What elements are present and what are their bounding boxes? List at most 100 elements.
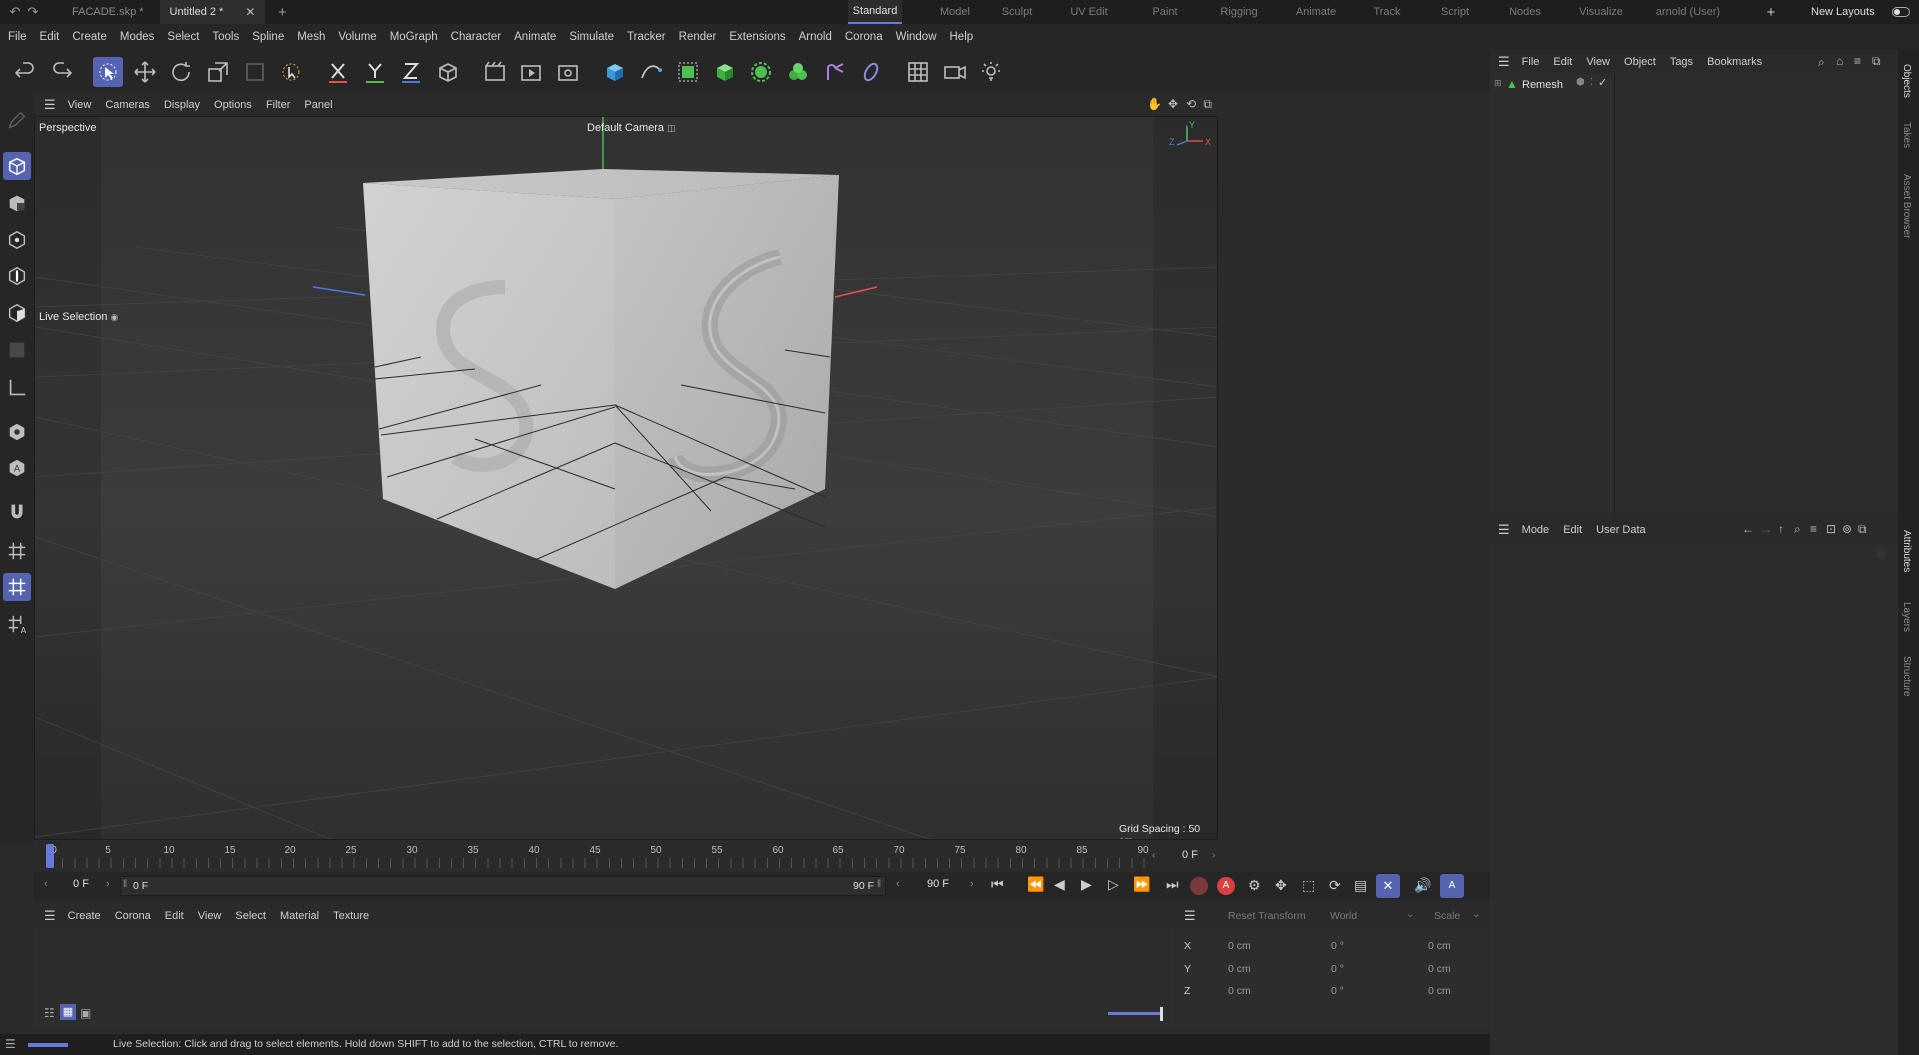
polygons-mode-icon[interactable]	[3, 299, 31, 327]
object-mode-icon[interactable]	[3, 189, 31, 217]
viewport-menu-filter[interactable]: Filter	[266, 99, 290, 111]
expand-icon[interactable]: ⊞	[1494, 78, 1502, 89]
document-tab-active[interactable]: Untitled 2 * ✕	[159, 0, 266, 24]
side-tab-asset-browser[interactable]: Asset Browser	[1901, 174, 1912, 238]
uv-mode-icon[interactable]	[3, 336, 31, 364]
menu-simulate[interactable]: Simulate	[569, 31, 614, 43]
lock-icon[interactable]: ⊡	[1826, 522, 1836, 536]
scale-key-icon[interactable]: ⬚	[1302, 877, 1315, 894]
thumbnail-size-handle[interactable]	[1160, 1007, 1163, 1021]
redo-icon[interactable]	[47, 57, 77, 87]
menu-render[interactable]: Render	[679, 31, 717, 43]
back-arrow-icon[interactable]: ←	[1742, 522, 1754, 536]
rotate-icon[interactable]	[166, 57, 196, 87]
next-key-icon[interactable]: ⏩	[1133, 876, 1150, 893]
menu-animate[interactable]: Animate	[514, 31, 556, 43]
layout-tab-sculpt[interactable]: Sculpt	[986, 0, 1048, 24]
viewport-menu-cameras[interactable]: Cameras	[105, 99, 150, 111]
new-window-icon[interactable]: ⧉	[1872, 54, 1881, 69]
new-window-icon[interactable]: ⧉	[1858, 522, 1867, 537]
filter-icon[interactable]: ≡	[1854, 54, 1861, 68]
extrude-icon[interactable]	[710, 57, 740, 87]
viewport-3d[interactable]: Perspective Default Camera ◫ Live Selecti…	[34, 116, 1218, 840]
menu-arnold[interactable]: Arnold	[799, 31, 832, 43]
large-view-icon[interactable]: ▣	[80, 1006, 91, 1020]
menu-mograph[interactable]: MoGraph	[390, 31, 438, 43]
rotation-field[interactable]: 0 °	[1331, 940, 1344, 952]
layout-tab-paint[interactable]: Paint	[1130, 0, 1200, 24]
enabled-check-icon[interactable]: ✓	[1598, 76, 1607, 89]
objects-menu-view[interactable]: View	[1586, 56, 1610, 68]
layout-tab-model[interactable]: Model	[924, 0, 986, 24]
render-view-icon[interactable]	[480, 57, 510, 87]
toggle-layout-icon[interactable]: ⧉	[1203, 97, 1212, 112]
material-menu-select[interactable]: Select	[235, 910, 266, 922]
floor-grid-icon[interactable]	[903, 57, 933, 87]
start-frame-prev-icon[interactable]: ‹	[44, 878, 48, 890]
material-menu-texture[interactable]: Texture	[333, 910, 369, 922]
render-picture-viewer-icon[interactable]	[516, 57, 546, 87]
playhead-handle[interactable]	[46, 844, 54, 868]
position-field[interactable]: 0 cm	[1228, 940, 1251, 952]
z-axis-lock-icon[interactable]	[396, 57, 426, 87]
filter-icon[interactable]: ≡	[1810, 522, 1817, 536]
parameter-key-icon[interactable]: ▤	[1354, 877, 1367, 894]
layer-dot-icon[interactable]: ⬢	[1576, 77, 1585, 88]
menu-select[interactable]: Select	[167, 31, 199, 43]
cloner-icon[interactable]	[746, 57, 776, 87]
render-settings-icon[interactable]	[553, 57, 583, 87]
objects-menu-tags[interactable]: Tags	[1670, 56, 1693, 68]
tool-label[interactable]: Live Selection ◉	[39, 311, 118, 323]
layout-tab-standard[interactable]: Standard	[848, 0, 902, 24]
attributes-panel-body[interactable]	[1490, 542, 1898, 1055]
document-tab[interactable]: FACADE.skp *	[62, 0, 154, 24]
range-left-handle[interactable]: ‖	[123, 879, 127, 890]
add-tab-icon[interactable]: +	[273, 4, 291, 21]
home-icon[interactable]: ⌂	[1836, 54, 1843, 68]
previous-key-icon[interactable]: ⏪	[1027, 876, 1044, 893]
position-key-icon[interactable]: ✥	[1275, 877, 1287, 894]
y-axis-lock-icon[interactable]	[360, 57, 390, 87]
search-icon[interactable]: ⌕	[1794, 522, 1801, 537]
play-icon[interactable]: ▶	[1081, 876, 1092, 893]
menu-tracker[interactable]: Tracker	[627, 31, 666, 43]
menu-window[interactable]: Window	[896, 31, 937, 43]
layout-tab-animate[interactable]: Animate	[1278, 0, 1354, 24]
material-menu-material[interactable]: Material	[280, 910, 319, 922]
forward-arrow-icon[interactable]: →	[1760, 522, 1772, 536]
attributes-menu-edit[interactable]: Edit	[1563, 524, 1582, 536]
mograph-fracture-icon[interactable]	[783, 57, 813, 87]
point-level-animation-icon[interactable]: ✕	[1376, 874, 1400, 898]
frame-prev-icon[interactable]: ‹	[1152, 850, 1155, 861]
start-frame-next-icon[interactable]: ›	[106, 878, 110, 890]
go-to-end-icon[interactable]: ⏭	[1166, 876, 1179, 893]
object-name[interactable]: Remesh	[1522, 79, 1563, 91]
material-manager-body[interactable]: ☷ ▦ ▣	[34, 928, 1174, 1028]
model-mode-icon[interactable]	[3, 152, 31, 180]
spline-pen-icon[interactable]	[636, 57, 666, 87]
side-tab-attributes[interactable]: Attributes	[1901, 530, 1912, 572]
viewport-menu-options[interactable]: Options	[214, 99, 252, 111]
rotation-key-icon[interactable]: ⟳	[1329, 877, 1341, 894]
scale-field[interactable]: 0 cm	[1428, 985, 1451, 997]
axis-mode-icon[interactable]	[3, 374, 31, 402]
attributes-menu-user-data[interactable]: User Data	[1596, 524, 1646, 536]
hamburger-menu-icon[interactable]: ☰	[44, 97, 56, 113]
attributes-menu-mode[interactable]: Mode	[1522, 524, 1550, 536]
undo-icon[interactable]	[10, 57, 40, 87]
search-icon[interactable]: ⌕	[1818, 55, 1825, 70]
objects-menu-object[interactable]: Object	[1624, 56, 1656, 68]
add-layout-icon[interactable]: +	[1762, 4, 1780, 21]
previous-frame-icon[interactable]: ◀	[1054, 876, 1065, 893]
layout-tab-nodes[interactable]: Nodes	[1490, 0, 1560, 24]
rotation-field[interactable]: 0 °	[1331, 963, 1344, 975]
menu-mesh[interactable]: Mesh	[297, 31, 325, 43]
workplane-icon[interactable]: A	[3, 454, 31, 482]
edit-pen-icon[interactable]	[3, 106, 31, 134]
menu-character[interactable]: Character	[451, 31, 502, 43]
scale-icon[interactable]	[203, 57, 233, 87]
side-tab-takes[interactable]: Takes	[1901, 122, 1912, 148]
range-right-handle[interactable]: ‖	[877, 879, 881, 890]
reset-transform-button[interactable]: Reset Transform	[1228, 910, 1306, 922]
new-layouts-label[interactable]: New Layouts	[1811, 6, 1875, 18]
